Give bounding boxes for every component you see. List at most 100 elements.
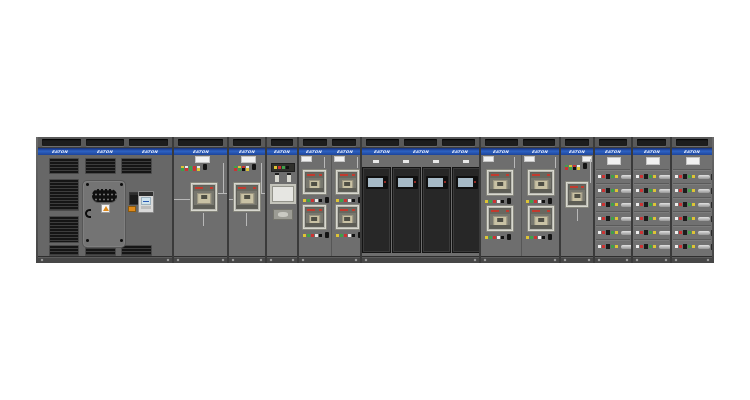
cabinet-door[interactable] xyxy=(452,167,479,253)
breaker-red-marking xyxy=(210,187,213,189)
circuit-breaker[interactable] xyxy=(190,182,218,212)
hmi-screen[interactable] xyxy=(428,178,443,187)
circuit-breaker[interactable] xyxy=(527,169,555,196)
breaker-handle[interactable] xyxy=(659,203,670,207)
indicator-led-yellow xyxy=(526,236,529,239)
breaker-handle[interactable] xyxy=(621,203,631,207)
feeder-unit xyxy=(596,225,630,239)
breaker-handle[interactable] xyxy=(659,231,670,235)
indicator-led-row xyxy=(526,198,552,204)
control-toggle[interactable] xyxy=(507,198,511,204)
breaker-handle[interactable] xyxy=(621,217,631,221)
control-toggle[interactable] xyxy=(203,164,207,170)
breaker-bottom-strip xyxy=(237,205,257,208)
breaker-handle[interactable] xyxy=(698,231,710,235)
cabinet-front xyxy=(38,155,172,256)
roof-panel xyxy=(42,139,81,146)
brand-logo: EATON xyxy=(192,150,209,154)
indicator-led-yellow xyxy=(692,245,695,248)
breaker-handle[interactable] xyxy=(698,245,710,249)
cabinet-door[interactable] xyxy=(392,167,421,253)
breaker-handle[interactable] xyxy=(659,189,670,193)
mcc-feeder-column-3: EATON xyxy=(670,137,712,263)
indicator-led-red xyxy=(679,175,682,178)
breaker-handle[interactable] xyxy=(659,175,670,179)
brand-band: EATON xyxy=(174,148,227,155)
unit-tag xyxy=(636,245,639,248)
breaker-handle[interactable] xyxy=(621,245,631,249)
cabinet-front xyxy=(229,155,265,256)
base-kickplate xyxy=(229,256,265,263)
control-toggle[interactable] xyxy=(548,234,552,240)
circuit-breaker[interactable] xyxy=(302,204,327,230)
control-toggle[interactable] xyxy=(252,164,256,170)
indicator-led-black xyxy=(286,166,289,169)
unit-tag xyxy=(675,217,678,220)
circuit-breaker[interactable] xyxy=(233,182,261,212)
cabinet-door[interactable] xyxy=(362,167,391,253)
breaker-module xyxy=(683,202,687,207)
roof-panel xyxy=(442,139,475,146)
breaker-red-marking xyxy=(195,187,203,189)
hmi-screen[interactable] xyxy=(458,178,473,187)
cabinet-door[interactable] xyxy=(422,167,451,253)
door-handle-icon[interactable] xyxy=(85,209,91,218)
control-toggle[interactable] xyxy=(507,234,511,240)
breaker-bottom-strip xyxy=(339,223,356,226)
indicator-led-white xyxy=(348,234,351,237)
unit-tag xyxy=(675,189,678,192)
indicator-led-white xyxy=(315,199,318,202)
breaker-handle[interactable] xyxy=(698,175,710,179)
cabinet-door[interactable] xyxy=(82,180,126,248)
hmi-screen[interactable] xyxy=(398,178,413,187)
circuit-breaker[interactable] xyxy=(335,169,360,195)
control-toggle[interactable] xyxy=(548,198,552,204)
connector-plate xyxy=(92,189,117,202)
breaker-face xyxy=(338,172,357,192)
circuit-breaker[interactable] xyxy=(486,205,514,232)
indicator-led-red xyxy=(640,189,643,192)
circuit-breaker[interactable] xyxy=(486,169,514,196)
breaker-face xyxy=(305,207,324,227)
breaker-handle[interactable] xyxy=(621,175,631,179)
breaker-red-marking xyxy=(319,209,322,211)
breaker-handle[interactable] xyxy=(621,189,631,193)
circuit-breaker[interactable] xyxy=(335,204,360,230)
breaker-handle[interactable] xyxy=(621,231,631,235)
breaker-handle[interactable] xyxy=(659,245,670,249)
indicator-led-white xyxy=(538,236,541,239)
nameplate xyxy=(302,157,311,161)
indicator-led-red xyxy=(311,234,314,237)
door-bolt xyxy=(86,183,89,186)
roof-panel xyxy=(332,139,356,146)
feeder-unit xyxy=(673,183,711,197)
breaker-bottom-strip xyxy=(306,223,323,226)
breaker-handle[interactable] xyxy=(698,189,710,193)
pt-drawer[interactable] xyxy=(270,184,296,204)
roof-trim xyxy=(633,137,670,148)
brand-logo: EATON xyxy=(412,150,429,154)
breaker-module xyxy=(606,202,610,207)
breaker-handle[interactable] xyxy=(698,203,710,207)
ventilation-louver xyxy=(49,245,79,256)
circuit-breaker[interactable] xyxy=(302,169,327,195)
unit-tag xyxy=(636,203,639,206)
hmi-screen[interactable] xyxy=(368,178,383,187)
mimic-line xyxy=(218,193,227,194)
circuit-breaker[interactable] xyxy=(565,181,589,208)
base-kickplate xyxy=(672,256,712,263)
control-toggle[interactable] xyxy=(325,197,329,203)
roof-panel xyxy=(637,139,666,146)
circuit-breaker[interactable] xyxy=(527,205,555,232)
indicator-led-green xyxy=(688,203,691,206)
breaker-handle[interactable] xyxy=(659,217,670,221)
indicator-led-row xyxy=(234,168,249,171)
control-toggle[interactable] xyxy=(325,232,329,238)
indicator-led-red xyxy=(565,167,568,170)
breaker-handle[interactable] xyxy=(698,217,710,221)
brand-band: EATON xyxy=(672,148,712,155)
power-meter[interactable] xyxy=(138,191,154,213)
mimic-line xyxy=(514,157,515,168)
breaker-face xyxy=(236,185,258,209)
control-toggle[interactable] xyxy=(583,163,587,169)
